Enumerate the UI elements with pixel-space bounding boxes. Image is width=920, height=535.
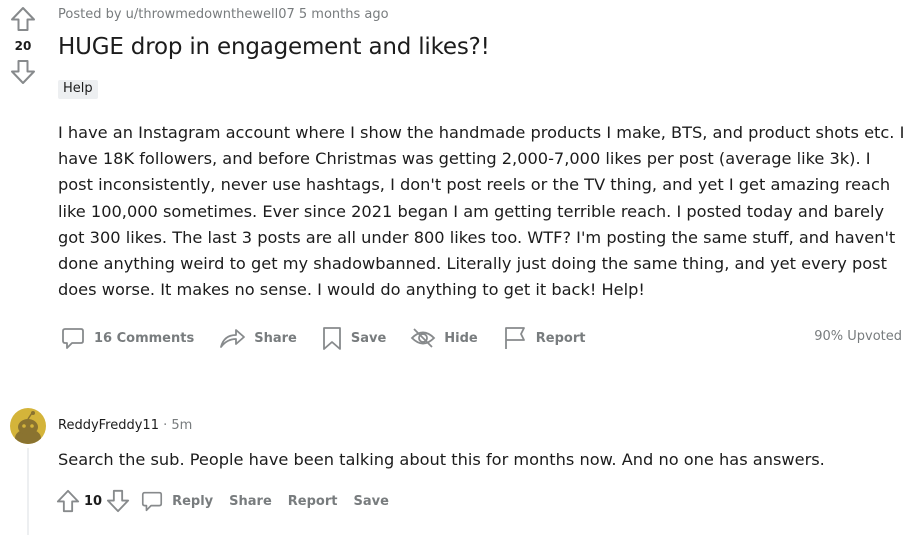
comment-icon (62, 328, 84, 349)
comment-downvote-icon[interactable] (106, 489, 130, 513)
report-label: Report (535, 330, 586, 346)
comment-save-button[interactable]: Save (354, 494, 389, 509)
snoo-avatar-icon (15, 411, 41, 444)
comment-report-button[interactable]: Report (288, 494, 338, 509)
comment-share-button[interactable]: Share (229, 494, 272, 509)
post-score: 20 (14, 39, 32, 53)
hide-label: Hide (444, 330, 478, 346)
thread-line[interactable] (27, 448, 29, 535)
reply-label: Reply (172, 493, 214, 509)
comment-score: 10 (84, 493, 103, 509)
post-body: I have an Instagram account where I show… (58, 123, 905, 300)
posted-by-link[interactable]: Posted by u/throwmedownthewell07 (58, 7, 295, 22)
upvote-ratio: 90% Upvoted (814, 329, 902, 344)
share-label: Share (254, 330, 297, 346)
report-button[interactable]: Report (502, 325, 586, 351)
comment-icon (142, 491, 163, 512)
post-title[interactable]: HUGE drop in engagement and likes?! (58, 34, 490, 60)
save-button[interactable]: Save (321, 325, 386, 351)
meta-separator: · (163, 418, 168, 433)
downvote-arrow-icon[interactable] (10, 59, 36, 85)
flag-icon (504, 327, 525, 349)
post-flair[interactable]: Help (58, 80, 98, 99)
bookmark-icon (322, 327, 341, 350)
save-label: Save (350, 330, 387, 346)
hide-button[interactable]: Hide (410, 325, 478, 351)
share-icon (220, 329, 246, 348)
comment-action-bar: 10 Reply Share Report Save (56, 486, 405, 516)
post-time[interactable]: 5 months ago (299, 7, 389, 22)
share-button[interactable]: Share (218, 325, 297, 351)
comment-author[interactable]: ReddyFreddy11 (58, 418, 159, 433)
comment-upvote-icon[interactable] (56, 489, 80, 513)
comment-time[interactable]: 5m (171, 418, 192, 433)
post-vote-column: 20 (8, 6, 38, 85)
reply-button[interactable]: Reply (140, 489, 213, 513)
hide-eye-icon (411, 328, 436, 348)
avatar[interactable] (10, 408, 46, 444)
upvote-arrow-icon[interactable] (10, 6, 36, 32)
comments-button[interactable]: 16 Comments (60, 325, 194, 351)
comment-body: Search the sub. People have been talking… (58, 450, 825, 469)
comments-label: 16 Comments (94, 330, 195, 346)
post-meta: Posted by u/throwmedownthewell07 5 month… (58, 7, 389, 22)
comment-meta: ReddyFreddy11 · 5m (58, 418, 192, 433)
post-action-bar: 16 Comments Share Save Hide Report (60, 322, 609, 354)
